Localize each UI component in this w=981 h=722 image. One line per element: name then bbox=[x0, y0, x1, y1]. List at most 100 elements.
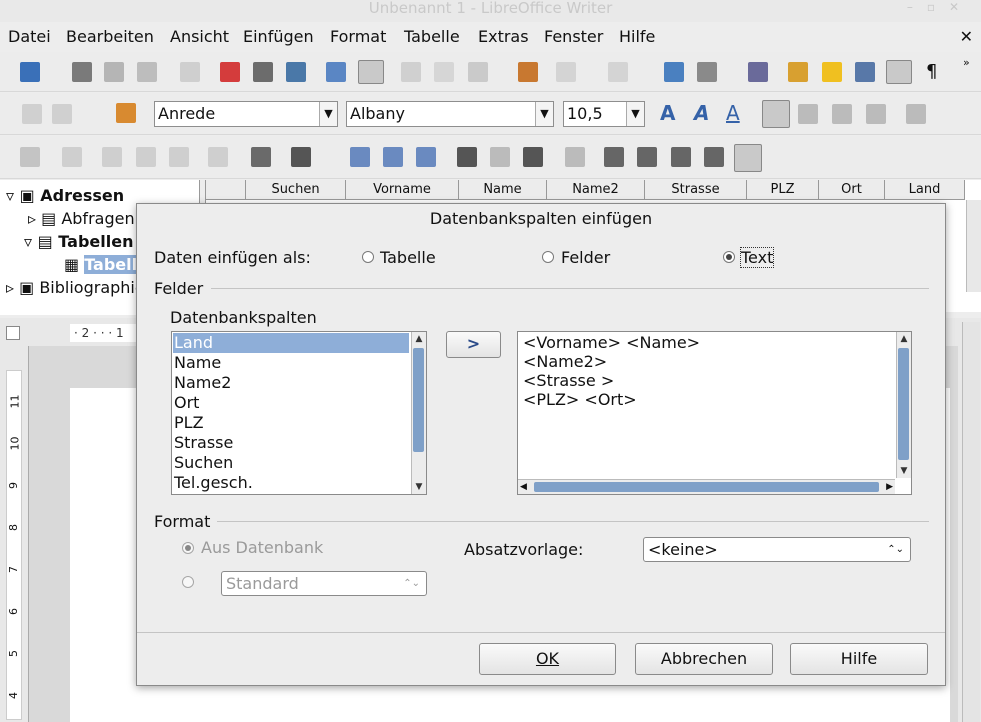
tree-item-adressen[interactable]: ▿ ▣ Adressen bbox=[6, 186, 124, 205]
menu-bearbeiten[interactable]: Bearbeiten bbox=[66, 27, 154, 46]
paragraph-style-select[interactable]: <keine> ⌃⌄ bbox=[643, 537, 911, 562]
hyperlink-icon[interactable] bbox=[664, 62, 684, 82]
clone-formatting-icon[interactable] bbox=[518, 62, 538, 82]
chevron-down-icon[interactable]: ▼ bbox=[412, 480, 426, 494]
new-document-icon[interactable] bbox=[20, 62, 40, 82]
chevron-left-icon[interactable]: ◀ bbox=[520, 480, 527, 494]
grid-vertical-scrollbar[interactable] bbox=[966, 200, 981, 292]
grid-header-suchen[interactable]: Suchen bbox=[246, 180, 346, 200]
window-controls[interactable]: –▫✕ bbox=[907, 0, 973, 14]
scroll-thumb[interactable] bbox=[413, 348, 424, 452]
chevron-down-icon[interactable]: ▼ bbox=[319, 102, 337, 126]
chevron-up-icon[interactable]: ▲ bbox=[897, 332, 911, 346]
db-column-item[interactable]: PLZ bbox=[173, 413, 409, 433]
tab-stop-selector[interactable] bbox=[6, 326, 20, 340]
radio-from-db-label[interactable]: Aus Datenbank bbox=[201, 538, 323, 557]
open-icon[interactable] bbox=[72, 62, 92, 82]
email-icon[interactable] bbox=[137, 62, 157, 82]
radio-felder[interactable] bbox=[542, 251, 554, 263]
radio-from-db[interactable] bbox=[182, 542, 194, 554]
grid-header-name[interactable]: Name bbox=[459, 180, 547, 200]
align-left-icon[interactable] bbox=[762, 100, 790, 128]
ok-button[interactable]: OK bbox=[479, 643, 616, 675]
menu-tabelle[interactable]: Tabelle bbox=[404, 27, 460, 46]
chevron-down-icon[interactable]: ▼ bbox=[535, 102, 553, 126]
grid-header-plz[interactable]: PLZ bbox=[747, 180, 819, 200]
db-column-item[interactable]: Name bbox=[173, 353, 409, 373]
menu-hilfe[interactable]: Hilfe bbox=[619, 27, 655, 46]
table-icon[interactable] bbox=[697, 62, 717, 82]
grid-header-ort[interactable]: Ort bbox=[819, 180, 885, 200]
edit-data-icon[interactable] bbox=[62, 147, 82, 167]
text-horizontal-scrollbar[interactable]: ◀ ▶ bbox=[518, 479, 895, 494]
spellcheck-icon[interactable] bbox=[326, 62, 346, 82]
menu-extras[interactable]: Extras bbox=[478, 27, 529, 46]
db-column-item[interactable]: Suchen bbox=[173, 453, 409, 473]
paste-icon[interactable] bbox=[468, 62, 488, 82]
sort-descending-icon[interactable] bbox=[416, 147, 436, 167]
gallery-icon[interactable] bbox=[855, 62, 875, 82]
sort-icon[interactable] bbox=[350, 147, 370, 167]
paste-icon[interactable] bbox=[169, 147, 189, 167]
export-pdf-icon[interactable] bbox=[220, 62, 240, 82]
menu-ansicht[interactable]: Ansicht bbox=[170, 27, 229, 46]
show-draw-functions-icon[interactable] bbox=[748, 62, 768, 82]
menu-datei[interactable]: Datei bbox=[8, 27, 51, 46]
db-column-item[interactable]: Strasse bbox=[173, 433, 409, 453]
db-columns-list[interactable]: Land Name Name2 Ort PLZ Strasse Suchen Tel.gesc… bbox=[171, 331, 427, 495]
radio-tabelle[interactable] bbox=[362, 251, 374, 263]
grid-header-name2[interactable]: Name2 bbox=[547, 180, 645, 200]
save-record-icon[interactable] bbox=[20, 147, 40, 167]
undo-icon[interactable] bbox=[556, 62, 576, 82]
scroll-thumb[interactable] bbox=[898, 348, 909, 460]
print-preview-icon[interactable] bbox=[286, 62, 306, 82]
db-column-item[interactable]: Tel.gesch. bbox=[173, 473, 409, 493]
toolbar-overflow-icon[interactable]: » bbox=[963, 56, 970, 69]
autospellcheck-icon[interactable] bbox=[358, 60, 384, 84]
tree-item-tabellen[interactable]: ▿ ▤ Tabellen bbox=[24, 232, 133, 251]
navigator-icon[interactable] bbox=[822, 62, 842, 82]
text-area[interactable]: <Vorname> <Name> <Name2> <Strasse > <PLZ> <… bbox=[517, 331, 912, 495]
bold-icon[interactable]: A bbox=[660, 101, 675, 125]
print-icon[interactable] bbox=[253, 62, 273, 82]
reset-filter-icon[interactable] bbox=[565, 147, 585, 167]
explorer-toggle-icon[interactable] bbox=[734, 144, 762, 172]
chevron-down-icon[interactable]: ▼ bbox=[897, 464, 911, 478]
edit-mode-icon[interactable] bbox=[180, 62, 200, 82]
tree-item-abfragen[interactable]: ▹ ▤ Abfragen bbox=[28, 209, 135, 228]
italic-icon[interactable]: A bbox=[694, 101, 709, 125]
numbering-icon[interactable] bbox=[906, 104, 926, 124]
paragraph-style-combo[interactable]: Anrede ▼ bbox=[154, 101, 338, 127]
radio-text-label[interactable]: Text bbox=[739, 247, 775, 268]
copy-icon[interactable] bbox=[434, 62, 454, 82]
align-center-icon[interactable] bbox=[798, 104, 818, 124]
sort-ascending-icon[interactable] bbox=[383, 147, 403, 167]
find-record-icon[interactable] bbox=[251, 147, 271, 167]
styles-icon[interactable] bbox=[116, 103, 136, 123]
apply-filter-icon[interactable] bbox=[490, 147, 510, 167]
grid-header-vorname[interactable]: Vorname bbox=[346, 180, 459, 200]
db-column-item[interactable]: Name2 bbox=[173, 373, 409, 393]
cut-icon[interactable] bbox=[401, 62, 421, 82]
save-icon[interactable] bbox=[104, 62, 124, 82]
chevron-up-icon[interactable]: ▲ bbox=[412, 332, 426, 346]
text-vertical-scrollbar[interactable]: ▲ ▼ bbox=[896, 332, 911, 478]
redo-icon[interactable] bbox=[608, 62, 628, 82]
menu-format[interactable]: Format bbox=[330, 27, 386, 46]
radio-standard[interactable] bbox=[182, 576, 194, 588]
data-to-text-icon[interactable] bbox=[604, 147, 624, 167]
align-right-icon[interactable] bbox=[832, 104, 852, 124]
scroll-thumb[interactable] bbox=[534, 482, 879, 492]
find-replace-icon[interactable] bbox=[788, 62, 808, 82]
formatting-marks-icon[interactable]: ¶ bbox=[926, 61, 937, 82]
radio-text[interactable] bbox=[723, 251, 735, 263]
tree-item-bibliographie[interactable]: ▹ ▣ Bibliographie bbox=[6, 278, 145, 297]
data-source-icon[interactable] bbox=[704, 147, 724, 167]
justify-icon[interactable] bbox=[866, 104, 886, 124]
refresh-icon[interactable] bbox=[291, 147, 311, 167]
db-column-item[interactable]: Ort bbox=[173, 393, 409, 413]
chevron-down-icon[interactable]: ▼ bbox=[626, 102, 644, 126]
menu-einfuegen[interactable]: Einfügen bbox=[243, 27, 314, 46]
db-columns-scrollbar[interactable]: ▲ ▼ bbox=[411, 332, 426, 494]
radio-felder-label[interactable]: Felder bbox=[561, 248, 610, 267]
